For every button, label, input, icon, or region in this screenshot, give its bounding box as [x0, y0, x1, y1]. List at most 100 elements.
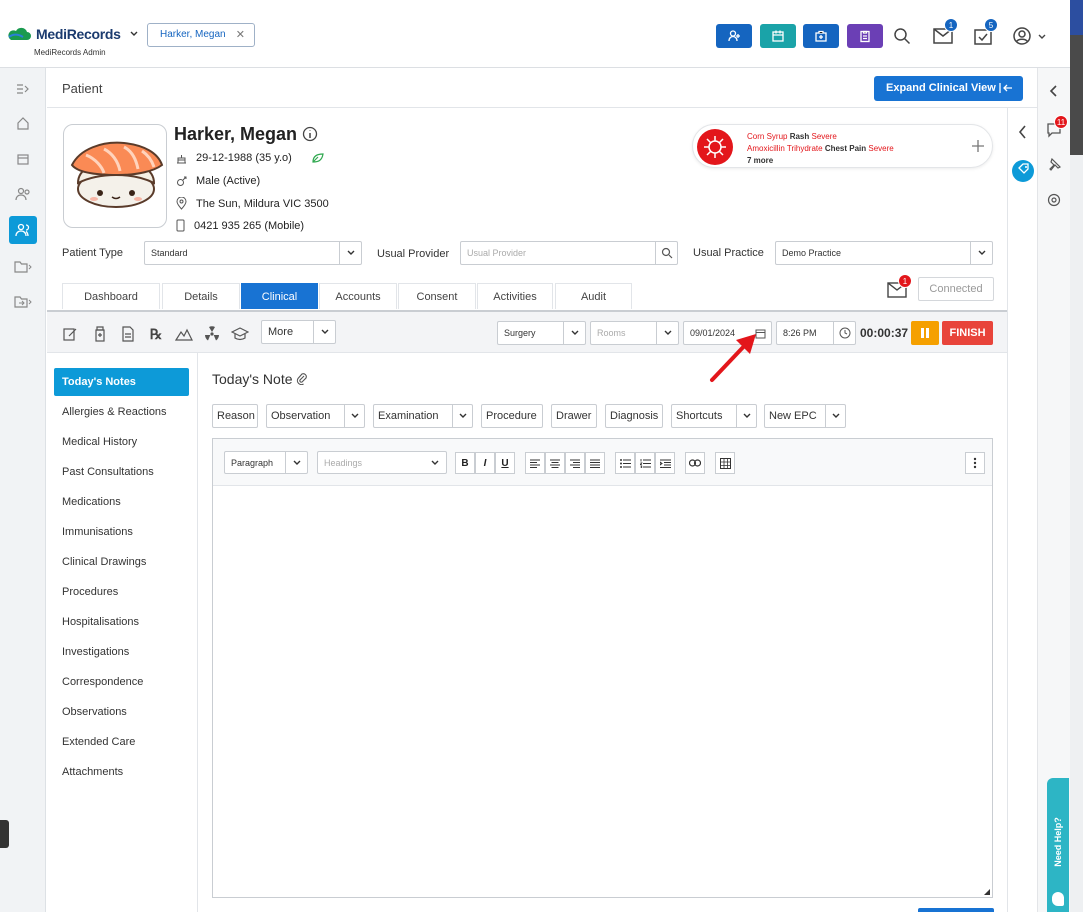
- chevron-down-icon[interactable]: [129, 29, 139, 39]
- indent-icon[interactable]: [655, 452, 675, 474]
- tag-icon[interactable]: [1012, 160, 1034, 182]
- bold-icon[interactable]: B: [455, 452, 475, 474]
- nav-procedures[interactable]: Procedures: [54, 578, 189, 606]
- patient-type-select[interactable]: Standard: [144, 241, 362, 265]
- italic-icon[interactable]: I: [475, 452, 495, 474]
- examination-button[interactable]: Examination: [373, 404, 473, 428]
- nav-medical-history[interactable]: Medical History: [54, 428, 189, 456]
- link-icon[interactable]: [685, 452, 705, 474]
- user-account-icon[interactable]: [1012, 26, 1032, 46]
- paragraph-select[interactable]: Paragraph: [224, 451, 308, 474]
- resize-handle-icon[interactable]: [984, 889, 990, 895]
- folder-icon[interactable]: [9, 254, 37, 280]
- allergy-alert[interactable]: Corn Syrup Rash Severe Amoxicillin Trihy…: [692, 124, 993, 168]
- tab-activities[interactable]: Activities: [477, 283, 553, 309]
- plus-icon[interactable]: [971, 139, 985, 153]
- clock-icon[interactable]: [833, 322, 855, 344]
- nav-investigations[interactable]: Investigations: [54, 638, 189, 666]
- align-center-icon[interactable]: [545, 452, 565, 474]
- tab-consent[interactable]: Consent: [398, 283, 476, 309]
- folder-share-icon[interactable]: [9, 289, 37, 315]
- tab-audit[interactable]: Audit: [555, 283, 632, 309]
- clipboard-button[interactable]: [847, 24, 883, 48]
- nav-allergies[interactable]: Allergies & Reactions: [54, 398, 189, 426]
- nav-past-consultations[interactable]: Past Consultations: [54, 458, 189, 486]
- side-handle[interactable]: [0, 820, 9, 848]
- nav-clinical-drawings[interactable]: Clinical Drawings: [54, 548, 189, 576]
- bullet-list-icon[interactable]: [615, 452, 635, 474]
- nav-todays-notes[interactable]: Today's Notes: [54, 368, 189, 396]
- bottom-button-edge[interactable]: [918, 908, 994, 912]
- rooms-select[interactable]: Rooms: [590, 321, 679, 345]
- nav-hospitalisations[interactable]: Hospitalisations: [54, 608, 189, 636]
- underline-icon[interactable]: U: [495, 452, 515, 474]
- expand-clinical-view-button[interactable]: Expand Clinical View: [874, 76, 1023, 101]
- search-icon[interactable]: [893, 27, 911, 45]
- examination-label: Examination: [378, 410, 439, 422]
- finish-button[interactable]: FINISH: [942, 321, 993, 345]
- tab-accounts[interactable]: Accounts: [319, 283, 397, 309]
- nav-correspondence[interactable]: Correspondence: [54, 668, 189, 696]
- chevron-left-icon[interactable]: [1017, 124, 1029, 140]
- users-icon[interactable]: [9, 181, 37, 207]
- chevron-down-icon[interactable]: [1037, 32, 1047, 42]
- patient-chip[interactable]: Harker, Megan ✕: [147, 23, 255, 47]
- more-dropdown[interactable]: More: [261, 320, 336, 344]
- body-chart-icon[interactable]: [175, 325, 193, 343]
- prescription-icon[interactable]: ℞: [147, 325, 165, 343]
- add-patient-button[interactable]: [716, 24, 752, 48]
- edit-note-icon[interactable]: [61, 325, 79, 343]
- tab-details[interactable]: Details: [162, 283, 240, 309]
- nav-observations[interactable]: Observations: [54, 698, 189, 726]
- document-icon[interactable]: [119, 325, 137, 343]
- more-options-icon[interactable]: [965, 452, 985, 474]
- numbered-list-icon[interactable]: [635, 452, 655, 474]
- usual-provider-input[interactable]: Usual Provider: [460, 241, 678, 265]
- chevron-left-icon[interactable]: [1048, 84, 1060, 98]
- tab-clinical[interactable]: Clinical: [241, 283, 318, 309]
- app-logo[interactable]: MediRecords: [6, 26, 139, 42]
- diagnosis-button[interactable]: Diagnosis: [605, 404, 663, 428]
- need-help-tab[interactable]: Need Help?: [1047, 778, 1069, 912]
- reason-button[interactable]: Reason: [212, 404, 258, 428]
- info-icon[interactable]: [302, 126, 318, 142]
- observation-button[interactable]: Observation: [266, 404, 365, 428]
- patients-icon[interactable]: [9, 216, 37, 244]
- paperclip-icon[interactable]: [296, 372, 308, 386]
- search-icon[interactable]: [655, 242, 677, 264]
- nav-extended-care[interactable]: Extended Care: [54, 728, 189, 756]
- need-help-label: Need Help?: [1053, 817, 1064, 867]
- usual-practice-select[interactable]: Demo Practice: [775, 241, 993, 265]
- align-right-icon[interactable]: [565, 452, 585, 474]
- procedure-button[interactable]: Procedure: [481, 404, 543, 428]
- home-icon[interactable]: [9, 110, 37, 136]
- table-icon[interactable]: [715, 452, 735, 474]
- at-sign-icon[interactable]: [1047, 193, 1061, 207]
- nav-immunisations[interactable]: Immunisations: [54, 518, 189, 546]
- medical-kit-button[interactable]: [803, 24, 839, 48]
- connected-status[interactable]: Connected: [918, 277, 994, 301]
- note-editor[interactable]: Paragraph Headings B I U: [212, 438, 993, 898]
- time-input[interactable]: 8:26 PM: [776, 321, 856, 345]
- nav-medications[interactable]: Medications: [54, 488, 189, 516]
- shortcuts-button[interactable]: Shortcuts: [671, 404, 757, 428]
- drawer-button[interactable]: Drawer: [551, 404, 597, 428]
- location-select[interactable]: Surgery: [497, 321, 586, 345]
- radiation-icon[interactable]: [203, 325, 221, 343]
- tab-dashboard[interactable]: Dashboard: [62, 283, 160, 309]
- close-icon[interactable]: ✕: [236, 28, 245, 41]
- calendar-icon[interactable]: [9, 146, 37, 172]
- nav-attachments[interactable]: Attachments: [54, 758, 189, 786]
- appointments-button[interactable]: [760, 24, 796, 48]
- headings-select[interactable]: Headings: [317, 451, 447, 474]
- medication-bottle-icon[interactable]: [91, 325, 109, 343]
- pause-button[interactable]: [911, 321, 939, 345]
- allergy-more[interactable]: 7 more: [747, 156, 773, 165]
- align-left-icon[interactable]: [525, 452, 545, 474]
- expand-menu-icon[interactable]: [9, 76, 37, 102]
- more-label: More: [268, 326, 294, 338]
- pin-icon[interactable]: [1047, 158, 1061, 172]
- new-epc-button[interactable]: New EPC: [764, 404, 846, 428]
- align-justify-icon[interactable]: [585, 452, 605, 474]
- education-icon[interactable]: [231, 325, 249, 343]
